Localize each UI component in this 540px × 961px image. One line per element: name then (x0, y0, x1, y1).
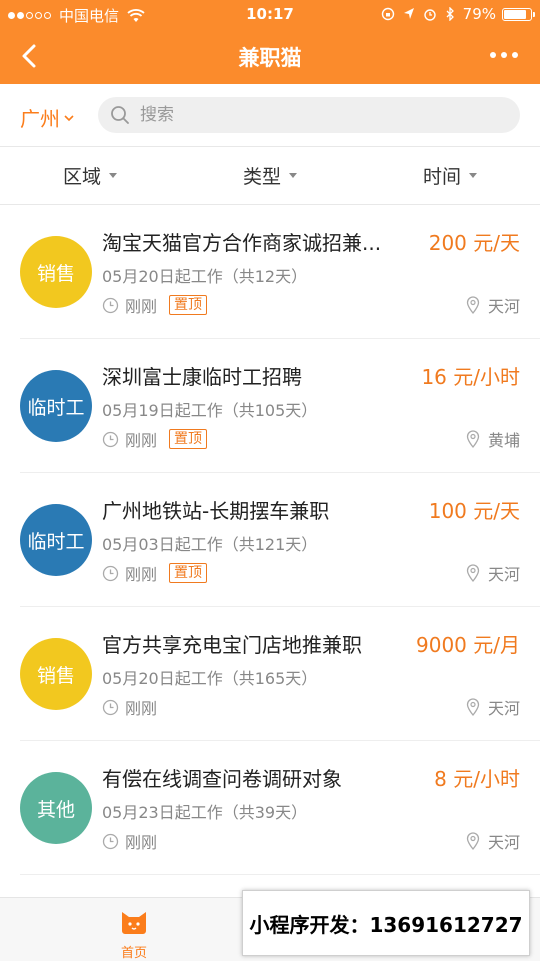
job-title: 官方共享充电宝门店地推兼职 (102, 633, 362, 657)
city-label: 广州 (20, 107, 60, 131)
filter-area[interactable]: 区域 (0, 147, 180, 204)
posted-time: 刚刚 (125, 431, 158, 450)
status-bar: 中国电信 10:17 79% (0, 0, 540, 28)
job-location: 天河 (466, 293, 520, 317)
category-avatar: 临时工 (20, 504, 92, 576)
wifi-icon (127, 8, 145, 22)
clock-icon (102, 565, 119, 581)
tab-home[interactable]: 首页 (104, 908, 164, 961)
filter-label: 时间 (422, 166, 461, 188)
filter-label: 区域 (62, 166, 101, 188)
job-location: 黄埔 (466, 427, 520, 451)
job-salary: 9000 元/月 (416, 633, 520, 657)
pinned-badge: 置顶 (169, 563, 208, 583)
pinned-badge: 置顶 (169, 429, 208, 449)
cat-home-icon (122, 912, 146, 934)
job-salary: 100 元/天 (428, 499, 520, 523)
location-label: 黄埔 (487, 431, 520, 450)
location-label: 天河 (487, 297, 520, 316)
job-title: 广州地铁站-长期摆车兼职 (102, 499, 330, 523)
alarm-icon (423, 9, 436, 21)
job-date: 05月19日起工作（共105天） (102, 401, 318, 420)
location-label: 天河 (487, 699, 520, 718)
location-pin-icon (466, 832, 480, 850)
clock-icon (102, 297, 119, 313)
posted-time: 刚刚 (125, 833, 158, 852)
job-item[interactable]: 销售 官方共享充电宝门店地推兼职 9000 元/月 05月20日起工作（共165… (20, 607, 540, 741)
nav-bar: 兼职猫 (0, 28, 540, 84)
category-avatar: 临时工 (20, 370, 92, 442)
job-meta: 刚刚 (102, 695, 157, 719)
search-icon (111, 106, 129, 124)
clock-icon (102, 699, 119, 715)
job-meta: 刚刚 置顶 (102, 293, 208, 317)
posted-time: 刚刚 (125, 699, 158, 718)
status-left: 中国电信 (8, 5, 145, 26)
job-date: 05月20日起工作（共165天） (102, 669, 318, 688)
job-title: 有偿在线调查问卷调研对象 (102, 767, 342, 791)
location-arrow-icon (403, 8, 414, 19)
tab-home-label: 首页 (120, 946, 147, 961)
chevron-down-icon (64, 114, 74, 121)
search-box[interactable] (98, 97, 520, 133)
job-salary: 16 元/小时 (421, 365, 520, 389)
location-pin-icon (466, 564, 480, 582)
location-pin-icon (466, 430, 480, 448)
job-title: 深圳富士康临时工招聘 (102, 365, 302, 389)
dropdown-triangle-icon (109, 173, 117, 178)
location-pin-icon (466, 698, 480, 716)
more-icon[interactable] (485, 52, 518, 58)
search-row: 广州 (0, 84, 540, 147)
battery-icon (502, 7, 535, 21)
job-location: 天河 (466, 829, 520, 853)
job-meta: 刚刚 置顶 (102, 427, 208, 451)
job-date: 05月23日起工作（共39天） (102, 803, 308, 822)
clock-icon (102, 833, 119, 849)
location-pin-icon (466, 296, 480, 314)
dropdown-triangle-icon (469, 173, 477, 178)
carrier-label: 中国电信 (59, 7, 120, 25)
filter-time[interactable]: 时间 (360, 147, 540, 204)
bluetooth-icon (446, 7, 454, 21)
category-avatar: 销售 (20, 236, 92, 308)
job-item[interactable]: 其他 有偿在线调查问卷调研对象 8 元/小时 05月23日起工作（共39天） 刚… (20, 741, 540, 875)
posted-time: 刚刚 (125, 297, 158, 316)
job-item[interactable]: 临时工 广州地铁站-长期摆车兼职 100 元/天 05月03日起工作（共121天… (20, 473, 540, 607)
posted-time: 刚刚 (125, 565, 158, 584)
job-title: 淘宝天猫官方合作商家诚招兼... (102, 231, 382, 255)
job-salary: 8 元/小时 (434, 767, 520, 791)
job-meta: 刚刚 置顶 (102, 561, 208, 585)
job-salary: 200 元/天 (428, 231, 520, 255)
job-item[interactable]: 销售 淘宝天猫官方合作商家诚招兼... 200 元/天 05月20日起工作（共1… (20, 205, 540, 339)
status-right: 79% (373, 5, 535, 23)
category-avatar: 销售 (20, 638, 92, 710)
category-avatar: 其他 (20, 772, 92, 844)
job-location: 天河 (466, 695, 520, 719)
location-label: 天河 (487, 565, 520, 584)
search-input[interactable] (138, 104, 502, 126)
clock-icon (102, 431, 119, 447)
back-arrow-icon[interactable] (14, 40, 46, 72)
location-label: 天河 (487, 833, 520, 852)
job-date: 05月03日起工作（共121天） (102, 535, 318, 554)
page-title: 兼职猫 (238, 46, 302, 70)
job-location: 天河 (466, 561, 520, 585)
dropdown-triangle-icon (289, 173, 297, 178)
job-item[interactable]: 临时工 深圳富士康临时工招聘 16 元/小时 05月19日起工作（共105天） … (20, 339, 540, 473)
filter-label: 类型 (242, 166, 281, 188)
rotation-lock-icon (381, 7, 394, 21)
filter-row: 区域 类型 时间 (0, 147, 540, 205)
job-date: 05月20日起工作（共12天） (102, 267, 308, 286)
promo-banner: 小程序开发：13691612727 (242, 890, 530, 956)
signal-icon (8, 12, 53, 19)
job-meta: 刚刚 (102, 829, 157, 853)
battery-percent: 79% (462, 5, 496, 23)
pinned-badge: 置顶 (169, 295, 208, 315)
city-selector[interactable]: 广州 (20, 103, 74, 132)
job-list: 销售 淘宝天猫官方合作商家诚招兼... 200 元/天 05月20日起工作（共1… (0, 205, 540, 875)
filter-type[interactable]: 类型 (180, 147, 360, 204)
